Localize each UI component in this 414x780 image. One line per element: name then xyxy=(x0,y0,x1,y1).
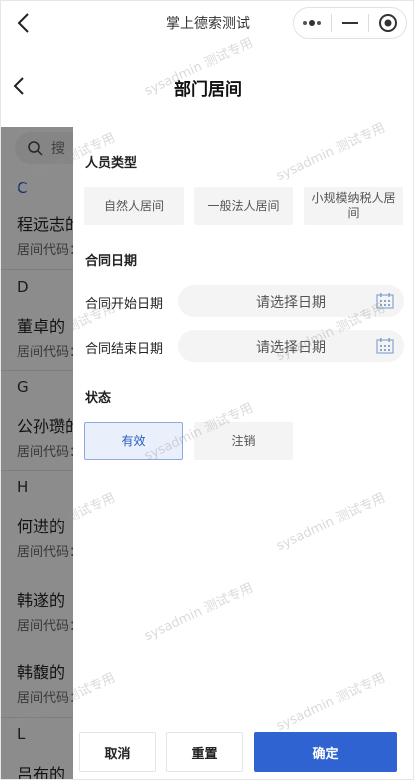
confirm-button[interactable]: 确定 xyxy=(254,732,397,772)
person-type-option-legal[interactable]: 一般法人居间 xyxy=(194,187,293,225)
more-dots-icon[interactable] xyxy=(294,8,331,38)
calendar-icon xyxy=(376,338,394,358)
contract-start-date-field[interactable]: 请选择日期 xyxy=(178,285,404,317)
minimize-icon[interactable] xyxy=(332,8,369,38)
page-header: 部门居间 xyxy=(1,45,413,127)
close-target-icon[interactable] xyxy=(369,8,406,38)
miniprogram-bar: 掌上德索测试 xyxy=(1,1,413,45)
status-title: 状态 xyxy=(85,391,112,406)
status-option-cancelled[interactable]: 注销 xyxy=(194,422,293,460)
person-type-option-natural[interactable]: 自然人居间 xyxy=(84,187,184,225)
filter-drawer: 人员类型 自然人居间 一般法人居间 小规模纳税人居间 合同日期 合同开始日期 请… xyxy=(73,127,413,779)
app-frame: 掌上德索测试 部门居间 搜 C 程远志的 居间代码： D 董卓的 居间代码： G… xyxy=(0,0,414,780)
contract-end-label: 合同结束日期 xyxy=(85,342,164,357)
date-placeholder: 请选择日期 xyxy=(256,295,326,311)
person-type-option-small-taxpayer[interactable]: 小规模纳税人居间 xyxy=(304,187,403,225)
contract-end-date-field[interactable]: 请选择日期 xyxy=(178,330,404,362)
contract-start-label: 合同开始日期 xyxy=(85,297,164,312)
contract-date-title: 合同日期 xyxy=(85,254,138,269)
capsule-menu xyxy=(293,7,407,39)
reset-button[interactable]: 重置 xyxy=(166,732,243,772)
date-placeholder: 请选择日期 xyxy=(256,340,326,356)
person-type-title: 人员类型 xyxy=(85,156,138,171)
status-option-valid[interactable]: 有效 xyxy=(84,422,183,460)
page-title: 部门居间 xyxy=(174,80,242,100)
cancel-button[interactable]: 取消 xyxy=(79,732,156,772)
calendar-icon xyxy=(376,293,394,313)
